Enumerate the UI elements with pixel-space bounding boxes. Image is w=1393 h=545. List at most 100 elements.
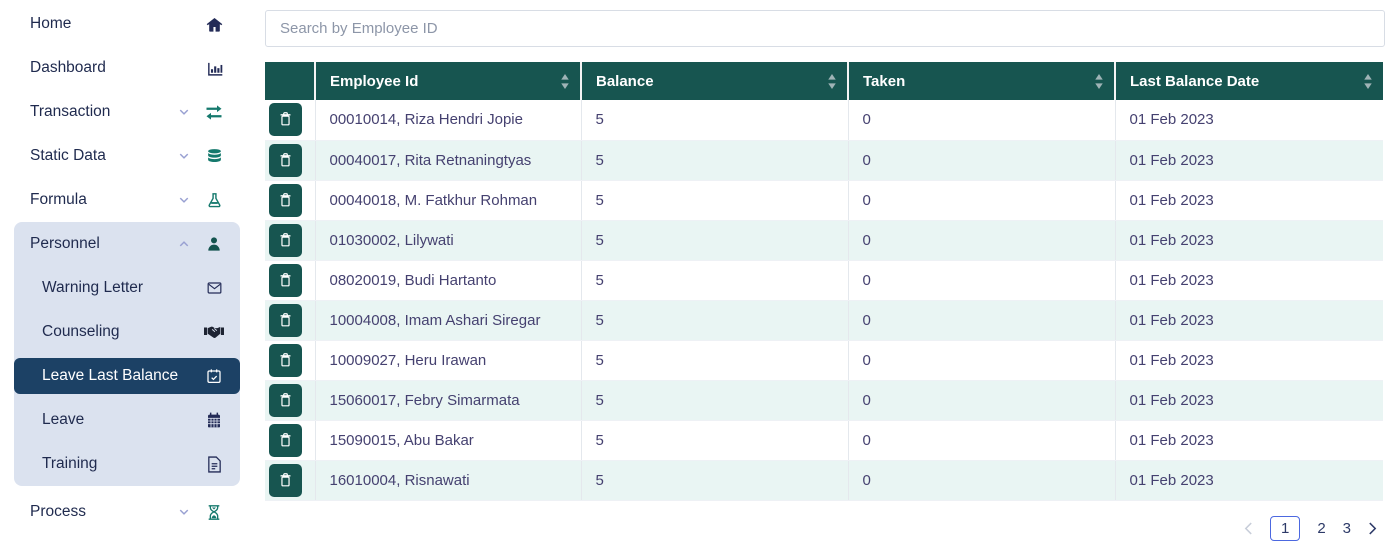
actions-cell [265,100,315,140]
taken-cell: 0 [848,180,1115,220]
sidebar-item-label: Training [42,455,97,473]
header-actions [265,62,315,100]
actions-cell [265,260,315,300]
delete-button[interactable] [269,344,302,377]
delete-button[interactable] [269,384,302,417]
page-button-3[interactable]: 3 [1343,521,1351,536]
sidebar-item-leave[interactable]: Leave [14,398,240,442]
employee-id-cell: 00040017, Rita Retnaningtyas [315,140,581,180]
employee-id-cell: 16010004, Risnawati [315,460,581,500]
chevron-down-icon [178,150,190,162]
header-employee-id[interactable]: Employee Id [315,62,581,100]
sort-icon[interactable] [827,74,837,89]
sort-icon[interactable] [560,74,570,89]
chevron-down-icon [178,194,190,206]
last-balance-date-cell: 01 Feb 2023 [1115,340,1383,380]
last-balance-date-cell: 01 Feb 2023 [1115,180,1383,220]
header-last-balance-date[interactable]: Last Balance Date [1115,62,1383,100]
table-row: 10004008, Imam Ashari Siregar5001 Feb 20… [265,300,1383,340]
sidebar-item-transaction[interactable]: Transaction [0,90,253,134]
page-button-1[interactable]: 1 [1270,516,1300,541]
sort-icon[interactable] [1363,74,1373,89]
pagination: 1 2 3 [265,516,1383,541]
header-balance[interactable]: Balance [581,62,848,100]
employee-id-cell: 01030002, Lilywati [315,220,581,260]
taken-cell: 0 [848,140,1115,180]
employee-id-cell: 08020019, Budi Hartanto [315,260,581,300]
delete-button[interactable] [269,224,302,257]
trash-icon [277,392,294,409]
actions-cell [265,420,315,460]
taken-cell: 0 [848,260,1115,300]
taken-cell: 0 [848,420,1115,460]
sidebar-item-label: Counseling [42,323,120,341]
sidebar-item-training[interactable]: Training [14,442,240,486]
last-balance-date-cell: 01 Feb 2023 [1115,420,1383,460]
sidebar-item-label: Home [30,15,71,33]
sidebar-item-label: Warning Letter [42,279,143,297]
header-taken[interactable]: Taken [848,62,1115,100]
personnel-group: Personnel Warning Letter Counseling Leav… [14,222,240,486]
home-icon [204,16,224,33]
actions-cell [265,300,315,340]
table-row: 00010014, Riza Hendri Jopie5001 Feb 2023 [265,100,1383,140]
actions-cell [265,220,315,260]
delete-button[interactable] [269,464,302,497]
page-button-2[interactable]: 2 [1317,521,1325,536]
sidebar-item-process[interactable]: Process [0,490,253,534]
sidebar-item-warning-letter[interactable]: Warning Letter [14,266,240,310]
bar-chart-icon [204,60,224,77]
sidebar-item-leave-last-balance[interactable]: Leave Last Balance [14,358,240,394]
database-icon [204,148,224,165]
balance-cell: 5 [581,300,848,340]
trash-icon [277,432,294,449]
table-row: 01030002, Lilywati5001 Feb 2023 [265,220,1383,260]
calendar-check-icon [204,368,224,384]
employee-id-cell: 15060017, Febry Simarmata [315,380,581,420]
sidebar-item-formula[interactable]: Formula [0,178,253,222]
calendar-icon [204,412,224,428]
sidebar-item-label: Dashboard [30,59,106,77]
sidebar-item-label: Leave Last Balance [42,367,178,385]
actions-cell [265,180,315,220]
taken-cell: 0 [848,460,1115,500]
hourglass-icon [204,504,224,521]
prev-page-icon[interactable] [1244,522,1253,535]
last-balance-date-cell: 01 Feb 2023 [1115,260,1383,300]
sidebar-item-personnel[interactable]: Personnel [14,222,240,266]
trash-icon [277,352,294,369]
delete-button[interactable] [269,304,302,337]
taken-cell: 0 [848,300,1115,340]
delete-button[interactable] [269,424,302,457]
delete-button[interactable] [269,184,302,217]
sidebar-item-static-data[interactable]: Static Data [0,134,253,178]
delete-button[interactable] [269,144,302,177]
delete-button[interactable] [269,264,302,297]
sidebar-item-dashboard[interactable]: Dashboard [0,46,253,90]
next-page-icon[interactable] [1368,522,1377,535]
sidebar-item-label: Leave [42,411,84,429]
chevron-down-icon [178,506,190,518]
table-row: 15060017, Febry Simarmata5001 Feb 2023 [265,380,1383,420]
trash-icon [277,111,294,128]
sidebar-item-counseling[interactable]: Counseling [14,310,240,354]
delete-button[interactable] [269,103,302,136]
search-input[interactable] [265,10,1385,47]
sidebar-item-label: Static Data [30,147,106,165]
sort-icon[interactable] [1094,74,1104,89]
chevron-up-icon [178,238,190,250]
sidebar-item-label: Personnel [30,235,100,253]
employee-id-cell: 00040018, M. Fatkhur Rohman [315,180,581,220]
balance-cell: 5 [581,420,848,460]
balance-cell: 5 [581,100,848,140]
trash-icon [277,152,294,169]
balance-cell: 5 [581,140,848,180]
balance-cell: 5 [581,220,848,260]
balance-cell: 5 [581,260,848,300]
actions-cell [265,460,315,500]
trash-icon [277,232,294,249]
employee-id-cell: 10009027, Heru Irawan [315,340,581,380]
employee-id-cell: 15090015, Abu Bakar [315,420,581,460]
sidebar-item-home[interactable]: Home [0,2,253,46]
transfer-arrows-icon [204,104,224,121]
